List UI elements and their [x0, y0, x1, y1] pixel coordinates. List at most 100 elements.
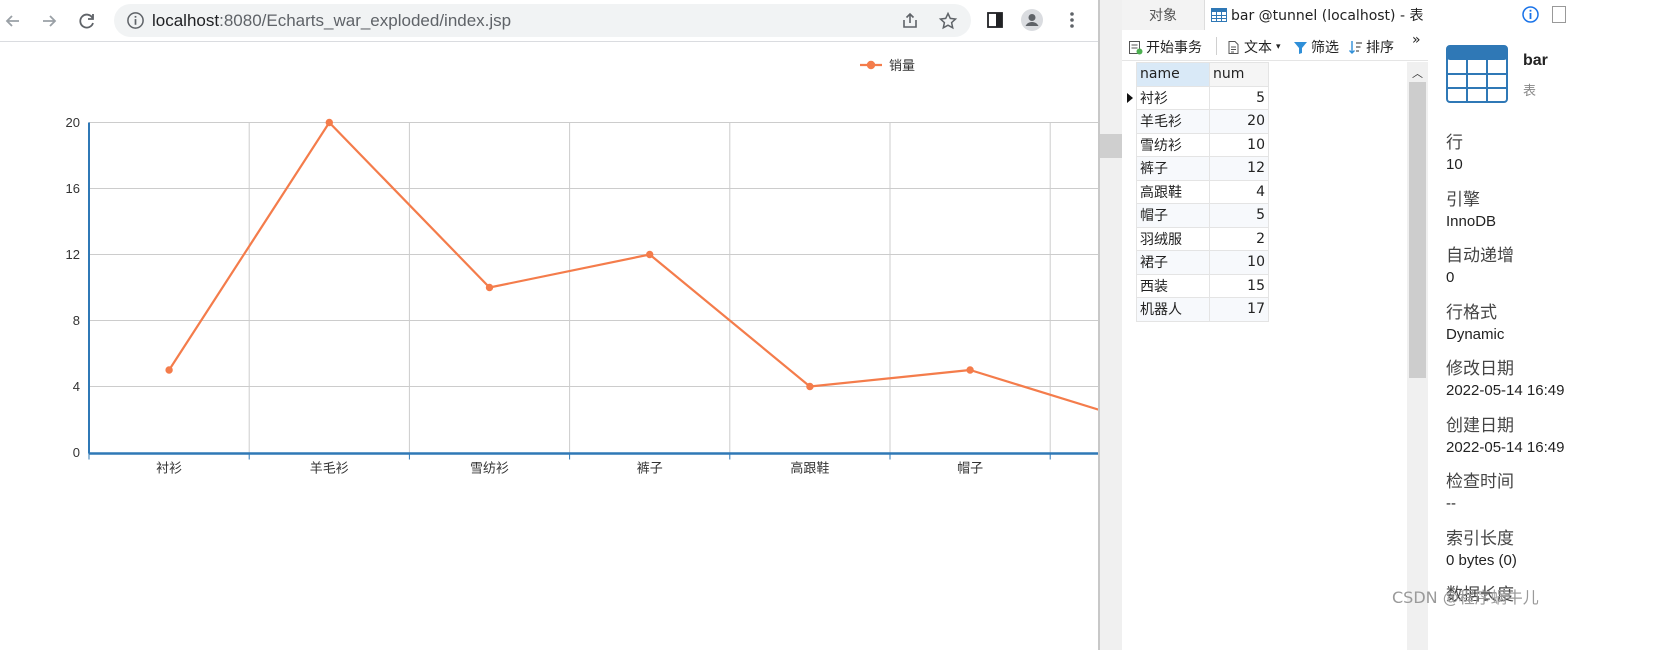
toolbar-overflow-button[interactable]: »: [1412, 32, 1421, 48]
reload-icon: [79, 13, 94, 29]
data-point: [806, 382, 814, 391]
property-value: 0 bytes (0): [1446, 551, 1517, 569]
tab-objects[interactable]: 对象: [1122, 0, 1204, 30]
share-icon[interactable]: [900, 11, 920, 31]
cell-name[interactable]: 裤子: [1136, 156, 1210, 181]
side-panel-icon: [987, 12, 1003, 28]
series-line: [168, 121, 1098, 411]
vertical-scrollbar[interactable]: ︿: [1407, 62, 1428, 650]
cell-name[interactable]: 西装: [1136, 273, 1210, 298]
table-row[interactable]: 羽绒服 2: [1136, 226, 1269, 251]
sort-label: 排序: [1366, 40, 1394, 56]
table-row[interactable]: 衬衫 5: [1136, 85, 1269, 110]
reload-button[interactable]: [74, 8, 100, 34]
y-tick-label: 12: [66, 247, 80, 262]
chevron-down-icon: ▾: [1276, 42, 1281, 52]
cell-num[interactable]: 12: [1209, 156, 1269, 181]
cell-num[interactable]: 15: [1209, 273, 1269, 298]
cell-name[interactable]: 雪纺衫: [1136, 132, 1210, 157]
sort-icon: [1349, 40, 1362, 54]
cell-num[interactable]: 17: [1209, 297, 1269, 322]
watermark: CSDN @程序蜗牛儿: [1392, 588, 1539, 607]
echarts-chart: 0 4 8 12 16 20 衬衫 羊毛衫 雪纺衫 裤子 高跟鞋 帽子 销量: [0, 43, 1098, 650]
overflow-label: »: [1412, 32, 1421, 48]
cell-name[interactable]: 衬衫: [1136, 85, 1210, 110]
property-key: 检查时间: [1446, 472, 1514, 492]
ddl-icon[interactable]: [1552, 6, 1566, 23]
gutter-tab[interactable]: [1100, 134, 1122, 158]
cell-name[interactable]: 高跟鞋: [1136, 179, 1210, 204]
property-value: 2022-05-14 16:49: [1446, 438, 1565, 456]
cell-name[interactable]: 羊毛衫: [1136, 109, 1210, 134]
info-icon[interactable]: [1522, 6, 1539, 23]
cell-name[interactable]: 机器人: [1136, 297, 1210, 322]
tab-table-label: bar @tunnel (localhost) - 表: [1231, 8, 1424, 24]
property-value: 2022-05-14 16:49: [1446, 382, 1565, 399]
current-row-icon: [1127, 93, 1133, 103]
url-text: localhost:8080/Echarts_war_exploded/inde…: [152, 11, 512, 30]
cell-num[interactable]: 5: [1209, 85, 1269, 110]
property-key: 行: [1446, 133, 1463, 153]
text-button[interactable]: 文本 ▾: [1226, 37, 1281, 57]
filter-button[interactable]: 筛选: [1293, 37, 1339, 57]
table-row[interactable]: 雪纺衫 10: [1136, 132, 1269, 157]
scroll-up-icon[interactable]: ︿: [1412, 65, 1423, 81]
property-key: 索引长度: [1446, 528, 1514, 549]
info-property: 自动递增 0: [1446, 245, 1514, 289]
info-property: 引擎 InnoDB: [1446, 189, 1496, 233]
begin-transaction-label: 开始事务: [1146, 40, 1202, 56]
data-table: name num 衬衫 5 羊毛衫 20 雪纺衫 10 裤子 12 高跟鞋 4 帽子 5 羽绒服 2 裙子 1…: [1136, 62, 1269, 322]
table-row[interactable]: 羊毛衫 20: [1136, 109, 1269, 134]
filter-label: 筛选: [1311, 40, 1339, 56]
info-property: 检查时间 --: [1446, 471, 1514, 515]
table-row[interactable]: 西装 15: [1136, 273, 1269, 298]
property-value: Dynamic: [1446, 325, 1505, 343]
sort-button[interactable]: 排序: [1348, 37, 1394, 57]
star-icon[interactable]: [938, 11, 958, 31]
cell-name[interactable]: 帽子: [1136, 203, 1210, 228]
transaction-icon: [1129, 40, 1143, 54]
info-property: 行格式 Dynamic: [1446, 302, 1504, 346]
navicat-tabbar: 对象 bar @tunnel (localhost) - 表: [1122, 0, 1428, 30]
cell-num[interactable]: 5: [1209, 203, 1269, 228]
tab-table-bar[interactable]: bar @tunnel (localhost) - 表: [1204, 0, 1428, 30]
x-tick-label: 羊毛衫: [310, 461, 349, 477]
side-panel-button[interactable]: [984, 9, 1006, 31]
data-point: [966, 366, 974, 374]
cell-num[interactable]: 10: [1209, 250, 1269, 275]
x-tick-label: 衬衫: [156, 462, 182, 477]
column-header-name[interactable]: name: [1136, 62, 1210, 87]
address-bar[interactable]: localhost:8080/Echarts_war_exploded/inde…: [114, 4, 971, 37]
back-button[interactable]: [0, 8, 26, 34]
cell-num[interactable]: 10: [1209, 132, 1269, 157]
table-row[interactable]: 高跟鞋 4: [1136, 179, 1269, 204]
y-tick-label: 4: [73, 379, 80, 394]
text-label: 文本: [1244, 40, 1272, 56]
scrollbar-thumb[interactable]: [1409, 82, 1426, 378]
cell-num[interactable]: 2: [1209, 226, 1269, 251]
cell-num[interactable]: 20: [1209, 109, 1269, 134]
column-header-num[interactable]: num: [1209, 62, 1269, 87]
arrow-right-icon: [43, 15, 57, 27]
info-property: 修改日期 2022-05-14 16:49: [1446, 358, 1564, 402]
arrow-left-icon: [5, 15, 19, 27]
property-key: 行格式: [1446, 302, 1497, 323]
table-row[interactable]: 裤子 12: [1136, 156, 1269, 181]
table-row[interactable]: 裙子 10: [1136, 250, 1269, 275]
profile-button[interactable]: [1021, 9, 1043, 31]
cell-num[interactable]: 4: [1209, 179, 1269, 204]
menu-button[interactable]: [1061, 9, 1083, 31]
y-tick-label: 0: [73, 445, 80, 460]
property-value: 10: [1446, 156, 1463, 173]
property-key: 自动递增: [1446, 246, 1514, 266]
site-info-icon[interactable]: [126, 11, 145, 30]
begin-transaction-button[interactable]: 开始事务: [1128, 37, 1202, 57]
table-row[interactable]: 机器人 17: [1136, 297, 1269, 322]
info-property: 行 10: [1446, 132, 1463, 176]
cell-name[interactable]: 羽绒服: [1136, 226, 1210, 251]
table-row[interactable]: 帽子 5: [1136, 203, 1269, 228]
forward-button[interactable]: [36, 8, 62, 34]
y-tick-label: 16: [66, 181, 80, 196]
cell-name[interactable]: 裙子: [1136, 250, 1210, 275]
navicat-table-view: 对象 bar @tunnel (localhost) - 表 开始事务 文本 ▾…: [1122, 0, 1428, 650]
